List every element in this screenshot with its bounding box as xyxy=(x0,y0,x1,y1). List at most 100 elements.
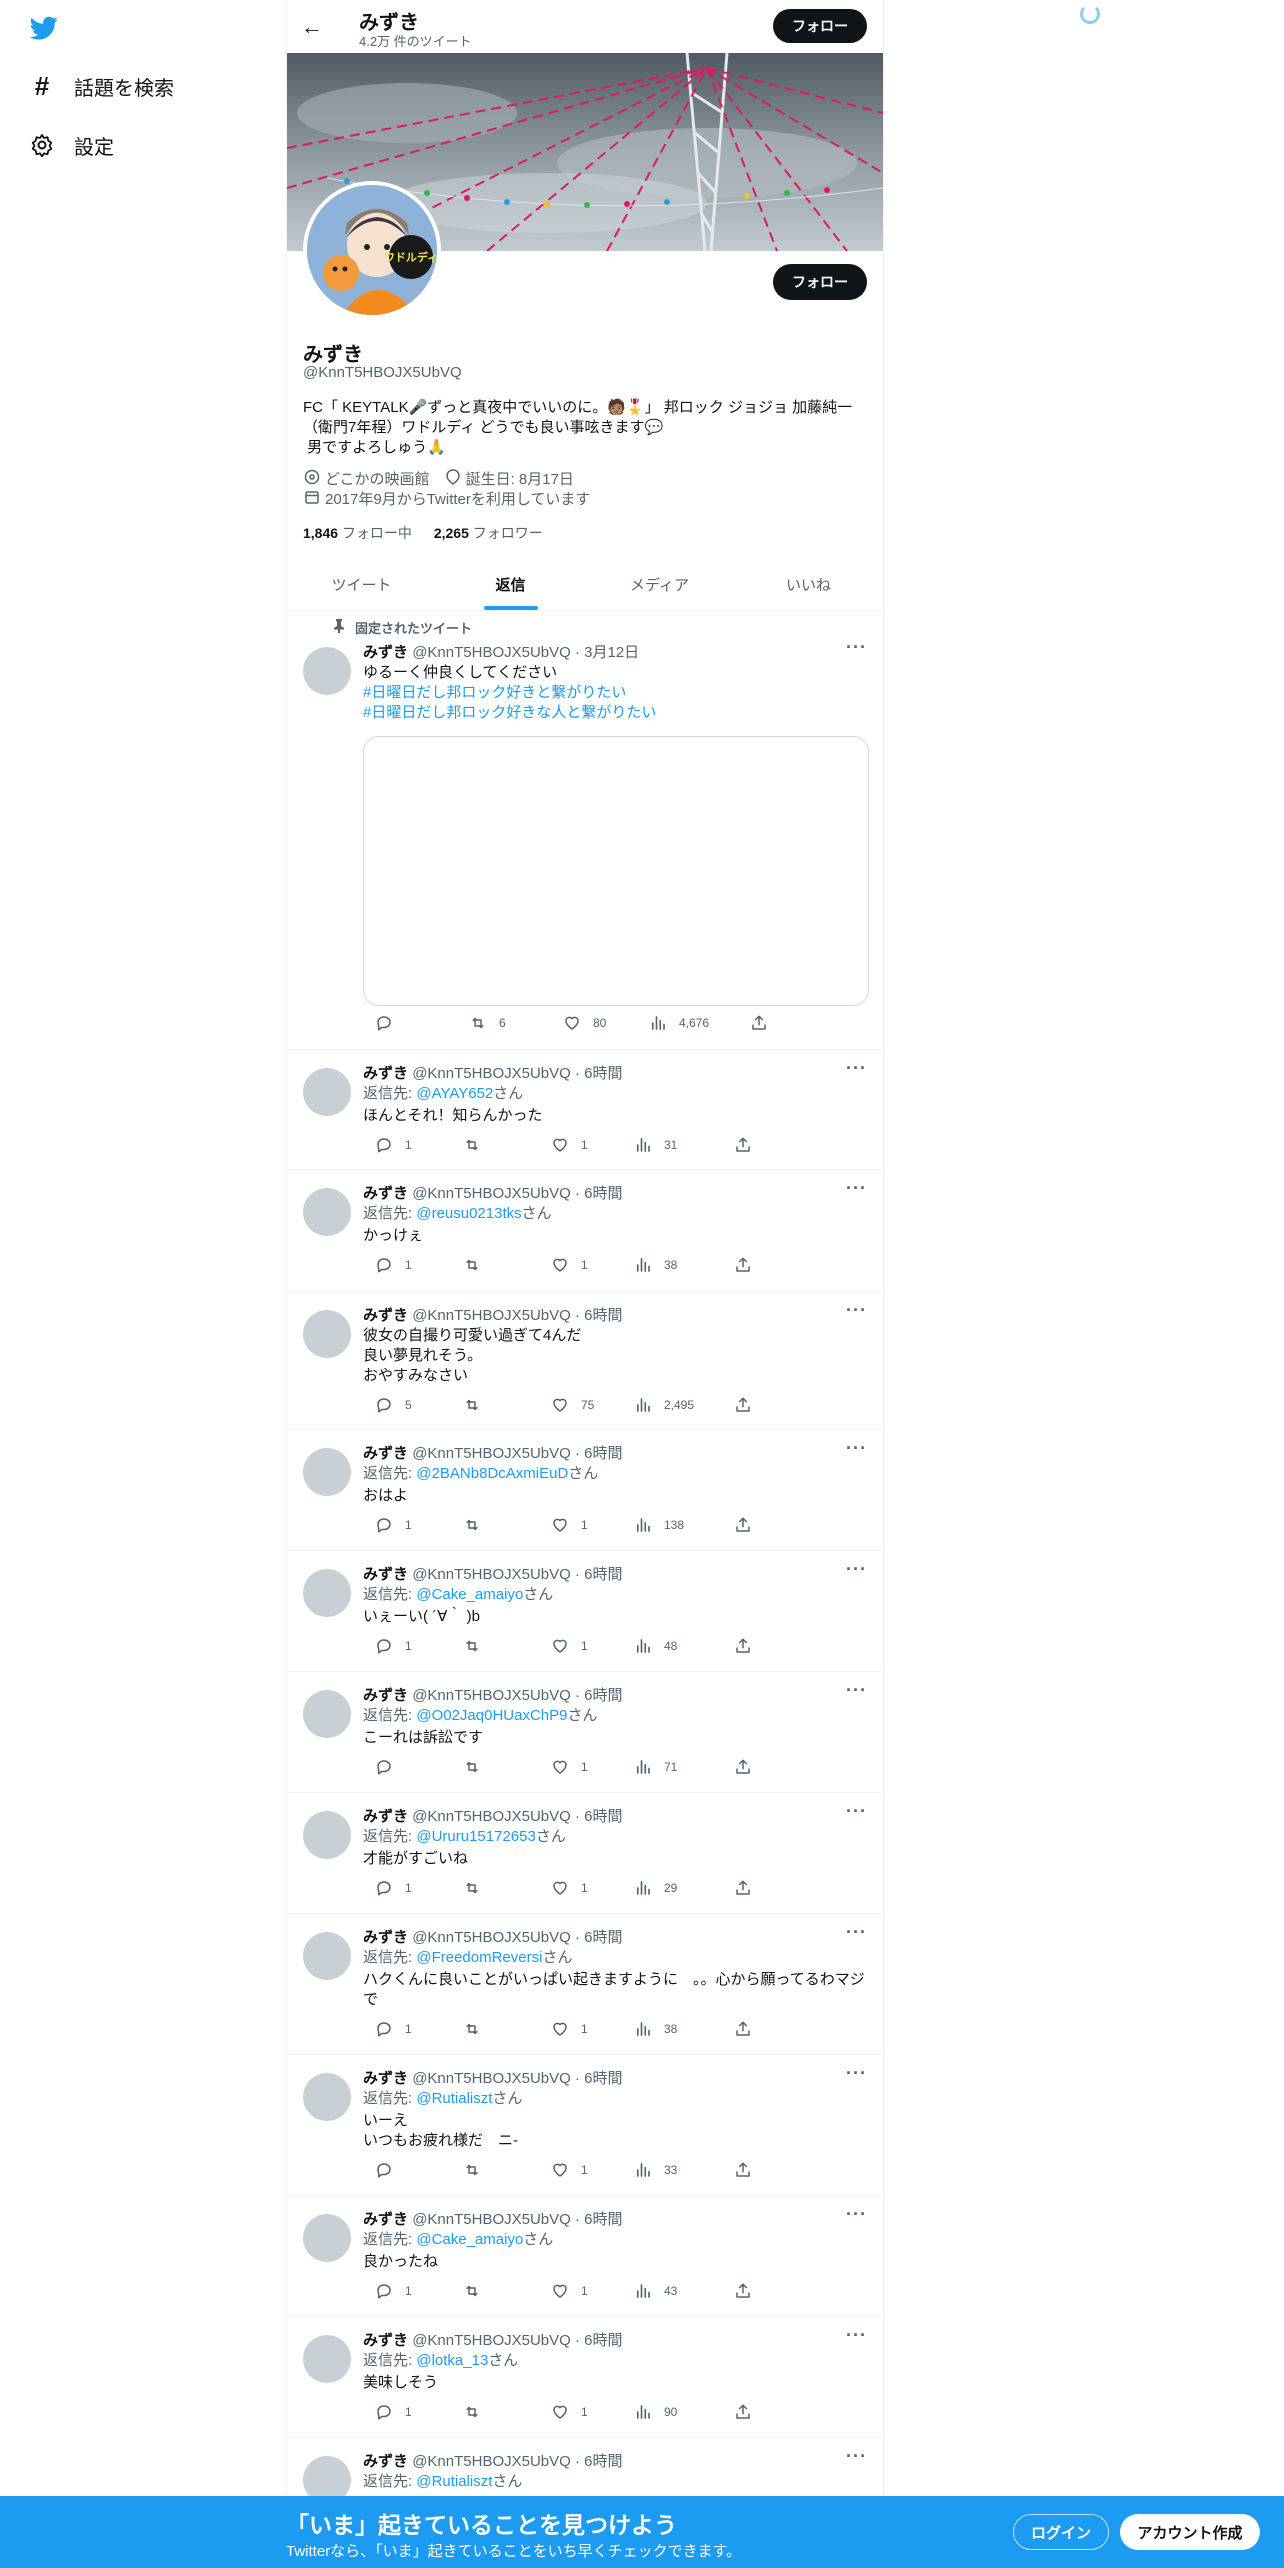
share-action[interactable] xyxy=(722,1256,750,1274)
retweet-action[interactable] xyxy=(451,2161,539,2179)
more-options-icon[interactable]: ··· xyxy=(846,2446,867,2467)
reply-action[interactable] xyxy=(363,1758,451,1776)
like-action[interactable]: 80 xyxy=(551,1014,637,1032)
reply-action[interactable]: 1 xyxy=(363,1637,451,1655)
retweet-action[interactable] xyxy=(451,2282,539,2300)
tweet-item[interactable]: みずき @KnnT5HBOJX5UbVQ · 6時間 ··· 返信先: @2BANb… xyxy=(287,1430,883,1551)
tweet-author-name[interactable]: みずき xyxy=(363,1687,408,1704)
tweet-item[interactable]: みずき @KnnT5HBOJX5UbVQ · 3月12日 ··· ゆるーく仲良くして… xyxy=(287,611,883,1050)
tweet-author-name[interactable]: みずき xyxy=(363,2332,408,2349)
views-action[interactable]: 38 xyxy=(622,2020,722,2038)
tweet-author-name[interactable]: みずき xyxy=(363,1566,408,1583)
nav-settings[interactable]: 設定 xyxy=(28,127,114,163)
tweet-avatar[interactable] xyxy=(303,1310,351,1358)
reply-to-link[interactable]: @reusu0213tks xyxy=(416,1205,521,1222)
more-options-icon[interactable]: ··· xyxy=(846,1801,867,1822)
tweet-avatar[interactable] xyxy=(303,2073,351,2121)
tweet-author-name[interactable]: みずき xyxy=(363,2070,408,2087)
tweet-item[interactable]: みずき @KnnT5HBOJX5UbVQ · 6時間 ··· 返信先: @Cake_… xyxy=(287,1551,883,1672)
more-options-icon[interactable]: ··· xyxy=(846,1680,867,1701)
tweet-avatar[interactable] xyxy=(303,1811,351,1859)
like-action[interactable]: 75 xyxy=(539,1396,622,1414)
like-action[interactable]: 1 xyxy=(539,2020,622,2038)
retweet-action[interactable] xyxy=(451,1758,539,1776)
tweet-avatar[interactable] xyxy=(303,1932,351,1980)
more-options-icon[interactable]: ··· xyxy=(846,1438,867,1459)
more-options-icon[interactable]: ··· xyxy=(846,1922,867,1943)
tweet-item[interactable]: みずき @KnnT5HBOJX5UbVQ · 6時間 ··· 返信先: @lotka… xyxy=(287,2317,883,2438)
profile-avatar[interactable]: ワドルディ xyxy=(303,181,441,319)
views-action[interactable]: 4,676 xyxy=(637,1014,738,1032)
share-action[interactable] xyxy=(722,1758,750,1776)
tab-0[interactable]: ツイート xyxy=(287,558,436,610)
nav-explore[interactable]: # 話題を検索 xyxy=(28,68,174,104)
reply-action[interactable] xyxy=(363,1014,457,1032)
reply-action[interactable]: 1 xyxy=(363,1136,451,1154)
share-action[interactable] xyxy=(722,1136,750,1154)
share-action[interactable] xyxy=(722,1396,750,1414)
like-action[interactable]: 1 xyxy=(539,2282,622,2300)
tweet-author-name[interactable]: みずき xyxy=(363,1808,408,1825)
reply-action[interactable]: 5 xyxy=(363,1396,451,1414)
signup-button[interactable]: アカウント作成 xyxy=(1120,2514,1260,2550)
following-link[interactable]: 1,846 フォロー中 xyxy=(303,525,412,541)
tweet-avatar[interactable] xyxy=(303,1448,351,1496)
retweet-action[interactable] xyxy=(451,1136,539,1154)
retweet-action[interactable]: 6 xyxy=(457,1014,551,1032)
like-action[interactable]: 1 xyxy=(539,2403,622,2421)
reply-action[interactable]: 1 xyxy=(363,2020,451,2038)
share-action[interactable] xyxy=(722,1516,750,1534)
tweet-avatar[interactable] xyxy=(303,647,351,695)
profile-follow-button[interactable]: フォロー xyxy=(773,264,867,300)
retweet-action[interactable] xyxy=(451,1396,539,1414)
more-options-icon[interactable]: ··· xyxy=(846,1559,867,1580)
tab-1[interactable]: 返信 xyxy=(436,558,585,610)
retweet-action[interactable] xyxy=(451,1879,539,1897)
tweet-item[interactable]: みずき @KnnT5HBOJX5UbVQ · 6時間 ··· 返信先: @Rutia… xyxy=(287,2055,883,2196)
tweet-avatar[interactable] xyxy=(303,1068,351,1116)
more-options-icon[interactable]: ··· xyxy=(846,1058,867,1079)
reply-to-link[interactable]: @Cake_amaiyo xyxy=(416,1586,523,1603)
reply-action[interactable]: 1 xyxy=(363,2403,451,2421)
views-action[interactable]: 90 xyxy=(622,2403,722,2421)
share-action[interactable] xyxy=(722,2020,750,2038)
reply-to-link[interactable]: @AYAY652 xyxy=(416,1085,493,1102)
tweet-author-name[interactable]: みずき xyxy=(363,2211,408,2228)
share-action[interactable] xyxy=(722,2282,750,2300)
reply-action[interactable]: 1 xyxy=(363,2282,451,2300)
reply-to-link[interactable]: @2BANb8DcAxmiEuD xyxy=(416,1465,568,1482)
tweet-item[interactable]: みずき @KnnT5HBOJX5UbVQ · 6時間 ··· 彼女の自撮り可愛い過ぎ… xyxy=(287,1292,883,1430)
tweet-author-name[interactable]: みずき xyxy=(363,644,408,661)
like-action[interactable]: 1 xyxy=(539,2161,622,2179)
tweet-author-name[interactable]: みずき xyxy=(363,1929,408,1946)
more-options-icon[interactable]: ··· xyxy=(846,2204,867,2225)
followers-link[interactable]: 2,265 フォロワー xyxy=(434,525,543,541)
reply-to-link[interactable]: @lotka_13 xyxy=(416,2352,488,2369)
reply-action[interactable]: 1 xyxy=(363,1516,451,1534)
views-action[interactable]: 31 xyxy=(622,1136,722,1154)
reply-to-link[interactable]: @Ururu15172653 xyxy=(416,1828,535,1845)
more-options-icon[interactable]: ··· xyxy=(846,2325,867,2346)
tweet-author-name[interactable]: みずき xyxy=(363,2453,408,2470)
views-action[interactable]: 33 xyxy=(622,2161,722,2179)
like-action[interactable]: 1 xyxy=(539,1879,622,1897)
more-options-icon[interactable]: ··· xyxy=(846,1178,867,1199)
tweet-author-name[interactable]: みずき xyxy=(363,1185,408,1202)
reply-action[interactable]: 1 xyxy=(363,1256,451,1274)
tweet-item[interactable]: みずき @KnnT5HBOJX5UbVQ · 6時間 ··· 返信先: @Cake_… xyxy=(287,2196,883,2317)
share-action[interactable] xyxy=(722,1879,750,1897)
tweet-avatar[interactable] xyxy=(303,1690,351,1738)
hashtag-link[interactable]: #日曜日だし邦ロック好きと繋がりたい xyxy=(363,683,873,703)
back-arrow-icon[interactable]: ← xyxy=(301,14,323,40)
tab-2[interactable]: メディア xyxy=(585,558,734,610)
reply-to-link[interactable]: @FreedomReversi xyxy=(416,1949,542,1966)
like-action[interactable]: 1 xyxy=(539,1637,622,1655)
tweet-item[interactable]: みずき @KnnT5HBOJX5UbVQ · 6時間 ··· 返信先: @O02Ja… xyxy=(287,1672,883,1793)
like-action[interactable]: 1 xyxy=(539,1758,622,1776)
retweet-action[interactable] xyxy=(451,1516,539,1534)
reply-action[interactable] xyxy=(363,2161,451,2179)
views-action[interactable]: 2,495 xyxy=(622,1396,722,1414)
like-action[interactable]: 1 xyxy=(539,1516,622,1534)
like-action[interactable]: 1 xyxy=(539,1256,622,1274)
views-action[interactable]: 48 xyxy=(622,1637,722,1655)
